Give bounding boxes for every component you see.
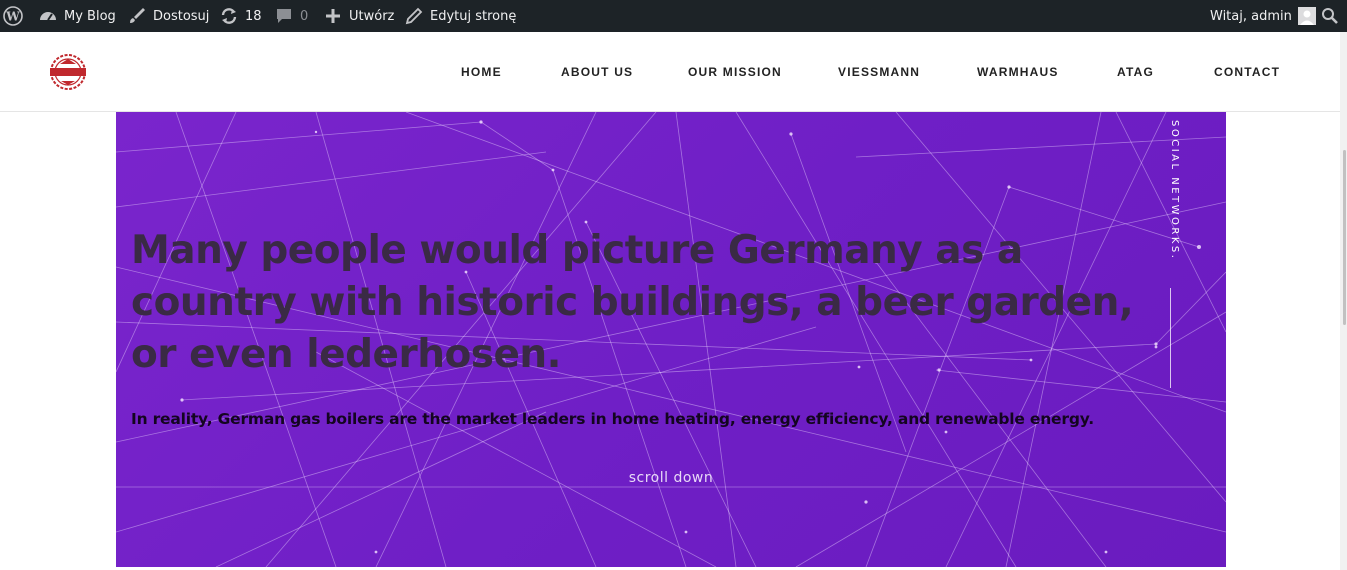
dashboard-gauge-icon: [38, 6, 58, 26]
updates-count: 18: [245, 8, 262, 24]
nav-warmhaus[interactable]: WARMHAUS: [977, 65, 1059, 79]
new-content-link[interactable]: Utwórz: [323, 0, 394, 32]
paintbrush-icon: [127, 6, 147, 26]
admin-bar: W My Blog Dostosuj 18 0 Utwórz Edytuj st…: [0, 0, 1347, 32]
site-header: HOME ABOUT US OUR MISSION VIESSMANN WARM…: [0, 32, 1347, 112]
greeting-label: Witaj, admin: [1210, 8, 1292, 24]
customize-link[interactable]: Dostosuj: [127, 0, 209, 32]
comments-count: 0: [300, 8, 309, 24]
nav-viessmann[interactable]: VIESSMANN: [838, 65, 920, 79]
hero-headline: Many people would picture Germany as a c…: [131, 228, 1134, 377]
my-account-link[interactable]: Witaj, admin: [1210, 0, 1316, 32]
plus-icon: [323, 6, 343, 26]
site-name-link[interactable]: My Blog: [38, 0, 116, 32]
admin-search-button[interactable]: [1320, 0, 1340, 32]
page-scrollbar-thumb[interactable]: [1343, 150, 1346, 325]
site-name-label: My Blog: [64, 8, 116, 24]
avatar-icon: [1297, 7, 1316, 25]
nav-contact[interactable]: CONTACT: [1214, 65, 1280, 79]
pencil-icon: [404, 6, 424, 26]
nav-our-mission[interactable]: OUR MISSION: [688, 65, 782, 79]
customize-label: Dostosuj: [153, 8, 210, 24]
hero-subheadline: In reality, German gas boilers are the m…: [131, 410, 1094, 428]
edit-page-link[interactable]: Edytuj stronę: [404, 0, 516, 32]
social-divider-line: [1170, 288, 1171, 388]
updates-link[interactable]: 18: [219, 0, 262, 32]
comment-bubble-icon: [274, 6, 294, 26]
updates-refresh-icon: [219, 6, 239, 26]
comments-link[interactable]: 0: [274, 0, 308, 32]
new-content-label: Utwórz: [349, 8, 395, 24]
hero-section: Many people would picture Germany as a c…: [116, 112, 1226, 567]
nav-about-us[interactable]: ABOUT US: [561, 65, 633, 79]
nav-atag[interactable]: ATAG: [1117, 65, 1154, 79]
search-icon: [1320, 6, 1340, 26]
svg-text:W: W: [5, 10, 20, 24]
nav-home[interactable]: HOME: [461, 65, 502, 79]
edit-page-label: Edytuj stronę: [430, 8, 517, 24]
wordpress-logo-icon: W: [3, 6, 23, 26]
social-networks-label: SOCIAL NETWORKS.: [1169, 120, 1180, 261]
ultimate-badge-logo: [50, 54, 86, 90]
wordpress-menu[interactable]: W: [3, 0, 23, 32]
scroll-down-link[interactable]: scroll down: [621, 470, 721, 486]
site-logo-link[interactable]: [48, 52, 88, 92]
